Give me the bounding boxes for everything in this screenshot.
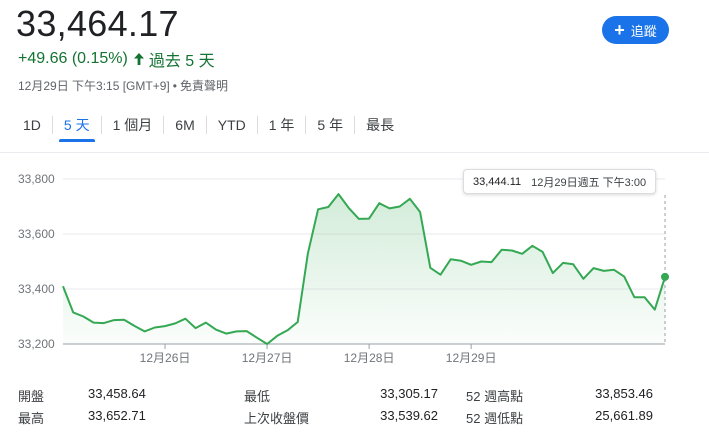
tab-ytd[interactable]: YTD (207, 110, 257, 140)
price-change: +49.66 (0.15%) (18, 50, 128, 67)
y-axis-labels: 33,800 33,600 33,400 33,200 (18, 172, 55, 351)
separator-dot: • (172, 79, 177, 93)
stat-label: 開盤 (18, 388, 45, 404)
y-tick-label: 33,800 (18, 172, 55, 186)
stat-open: 開盤 33,458.64 (18, 386, 244, 405)
x-tick-label: 12月27日 (242, 351, 293, 365)
tab-6m[interactable]: 6M (164, 110, 205, 140)
stats-row: 最高 33,652.71 上次收盤價 33,539.62 52 週低點 25,661.… (18, 406, 678, 428)
y-tick-label: 33,400 (18, 282, 55, 296)
stat-high: 最高 33,652.71 (18, 408, 244, 427)
tab-1y[interactable]: 1 年 (258, 110, 306, 140)
stats-table: 開盤 33,458.64 最低 33,305.17 52 週高點 33,853.46 … (18, 384, 678, 428)
y-tick-label: 33,600 (18, 227, 55, 241)
x-axis-ticks: 12月26日 12月27日 12月28日 12月29日 (140, 344, 497, 365)
follow-button[interactable]: + 追蹤 (602, 16, 669, 44)
hover-point (661, 272, 669, 281)
plus-icon: + (614, 20, 625, 40)
stats-row: 開盤 33,458.64 最低 33,305.17 52 週高點 33,853.46 (18, 384, 678, 406)
stat-label: 上次收盤價 (244, 410, 310, 426)
tooltip-value: 33,444.11 (473, 175, 522, 188)
x-tick-label: 12月29日 (446, 351, 497, 365)
stat-value: 33,305.17 (380, 385, 438, 401)
timestamp: 12月29日 下午3:15 [GMT+9] (18, 79, 170, 93)
stat-low: 最低 33,305.17 (244, 386, 466, 405)
stat-value: 25,661.89 (595, 407, 653, 423)
disclaimer-link[interactable]: 免責聲明 (180, 79, 228, 93)
tab-5d[interactable]: 5 天 (53, 110, 101, 142)
range-tabs: 1D 5 天 1 個月 6M YTD 1 年 5 年 最長 (12, 110, 405, 142)
stat-52w-low: 52 週低點 25,661.89 (466, 408, 678, 427)
price-change-row: +49.66 (0.15%) 過去 5 天 (18, 47, 215, 71)
tab-5y[interactable]: 5 年 (306, 110, 354, 140)
stat-label: 52 週低點 (466, 410, 524, 426)
current-price: 33,464.17 (16, 3, 179, 44)
price-tooltip: 33,444.11 12月29日週五 下午3:00 (463, 169, 657, 194)
x-tick-label: 12月28日 (344, 351, 395, 365)
y-tick-label: 33,200 (18, 337, 55, 351)
stat-prev-close: 上次收盤價 33,539.62 (244, 408, 466, 427)
tab-1m[interactable]: 1 個月 (102, 110, 164, 140)
stat-label: 最低 (244, 388, 271, 404)
change-period: 過去 5 天 (148, 53, 215, 70)
arrow-up-icon (133, 52, 145, 66)
price-area (63, 194, 665, 344)
tab-max[interactable]: 最長 (355, 110, 405, 140)
stat-52w-high: 52 週高點 33,853.46 (466, 386, 678, 405)
stat-value: 33,652.71 (88, 407, 146, 423)
follow-label: 追蹤 (630, 23, 657, 39)
stat-value: 33,853.46 (595, 385, 653, 401)
x-tick-label: 12月26日 (140, 351, 191, 365)
stat-label: 最高 (18, 410, 45, 426)
header-divider (0, 152, 709, 153)
tooltip-time: 12月29日週五 下午3:00 (531, 176, 647, 189)
stat-label: 52 週高點 (466, 388, 524, 404)
stat-value: 33,458.64 (88, 385, 146, 401)
timestamp-row: 12月29日 下午3:15 [GMT+9] • 免責聲明 (18, 77, 228, 94)
stat-value: 33,539.62 (380, 407, 438, 423)
tab-1d[interactable]: 1D (12, 110, 52, 140)
